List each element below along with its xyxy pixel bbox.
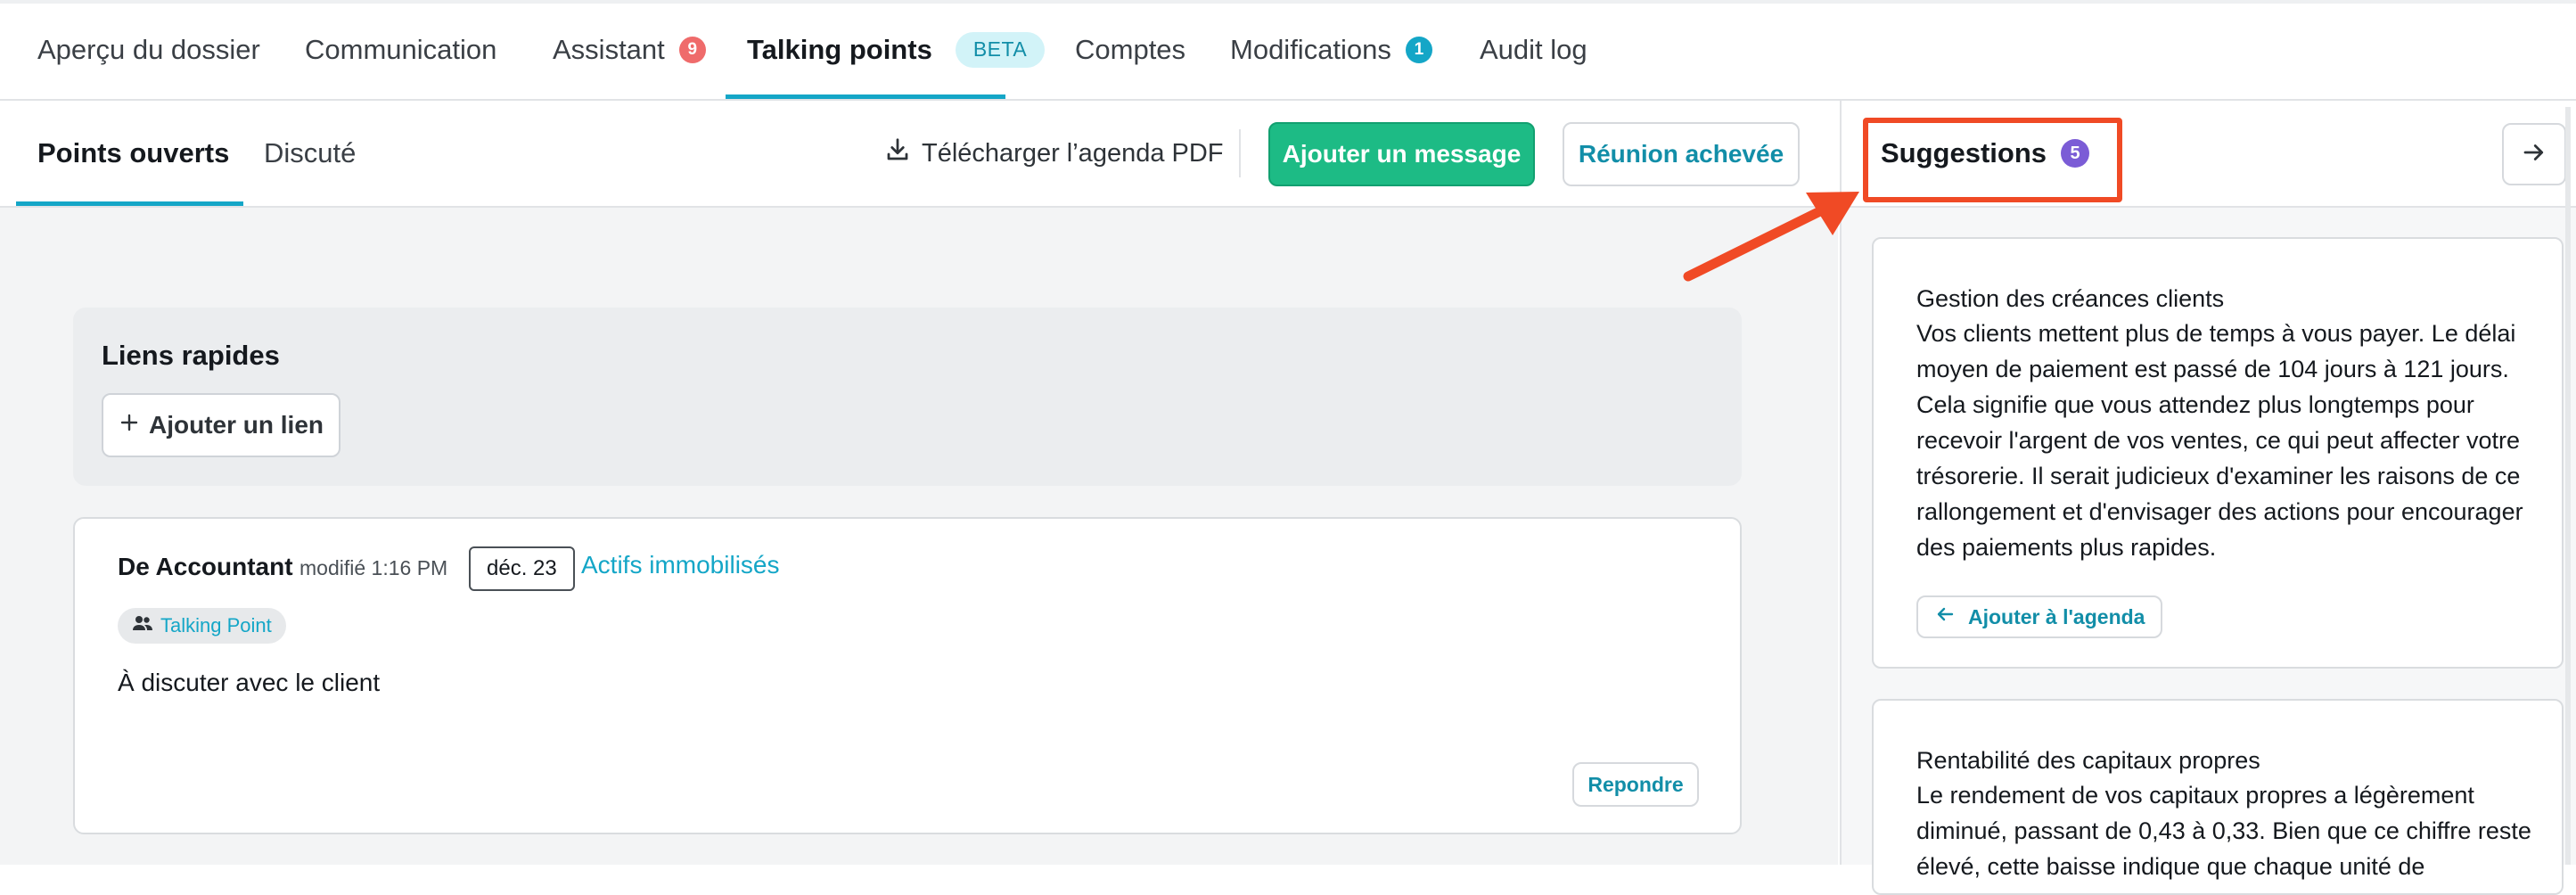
tab-apercu-du-dossier[interactable]: Aperçu du dossier bbox=[37, 0, 260, 99]
modifications-count-badge: 1 bbox=[1405, 36, 1432, 63]
suggestion-body: Le rendement de vos capitaux propres a l… bbox=[1916, 782, 2531, 880]
talking-point-chip: Talking Point bbox=[118, 608, 286, 644]
card-date-badge: déc. 23 bbox=[469, 546, 575, 591]
suggestion-card: Rentabilité des capitaux propres Le rend… bbox=[1872, 699, 2564, 895]
suggestion-body: Vos clients mettent plus de temps à vous… bbox=[1916, 320, 2523, 561]
plus-icon bbox=[119, 411, 140, 439]
people-icon bbox=[132, 614, 153, 637]
assistant-count-badge: 9 bbox=[678, 36, 706, 63]
beta-badge: BETA bbox=[955, 31, 1046, 68]
tab-audit-log[interactable]: Audit log bbox=[1480, 0, 1587, 99]
chip-label: Talking Point bbox=[160, 614, 272, 636]
add-link-label: Ajouter un lien bbox=[149, 411, 324, 439]
suggestion-card: Gestion des créances clients Vos clients… bbox=[1872, 237, 2564, 669]
download-agenda-pdf-link[interactable]: Télécharger l’agenda PDF bbox=[884, 101, 1224, 206]
tab-label: Aperçu du dossier bbox=[37, 33, 260, 65]
card-body-text: À discuter avec le client bbox=[118, 669, 381, 696]
download-icon bbox=[884, 136, 911, 170]
add-to-agenda-label: Ajouter à l'agenda bbox=[1968, 604, 2145, 628]
subtab-label: Discuté bbox=[264, 137, 357, 168]
annotation-arrow-icon bbox=[1683, 192, 1859, 282]
subtab-discute[interactable]: Discuté bbox=[264, 101, 356, 206]
top-navigation: Aperçu du dossier Communication Assistan… bbox=[0, 0, 2576, 101]
quick-links-title: Liens rapides bbox=[102, 340, 280, 371]
talking-point-card: De Accountant modifié 1:16 PM déc. 23 Ac… bbox=[73, 517, 1742, 834]
tab-label: Communication bbox=[305, 33, 497, 65]
collapse-panel-button[interactable] bbox=[2502, 123, 2566, 185]
card-author: De Accountant bbox=[118, 553, 293, 580]
tab-label: Talking points bbox=[747, 33, 932, 65]
annotation-highlight-box bbox=[1863, 118, 2122, 202]
add-message-button[interactable]: Ajouter un message bbox=[1268, 122, 1535, 186]
tab-talking-points[interactable]: Talking points BETA bbox=[747, 0, 1046, 99]
active-subtab-indicator bbox=[16, 201, 243, 206]
tab-label: Modifications bbox=[1230, 33, 1391, 65]
reply-button[interactable]: Repondre bbox=[1572, 762, 1699, 807]
download-label: Télécharger l’agenda PDF bbox=[922, 138, 1224, 168]
arrow-left-icon bbox=[1934, 604, 1956, 630]
active-tab-indicator bbox=[726, 94, 1005, 99]
main-content: Liens rapides Ajouter un lien De Account… bbox=[0, 208, 1838, 865]
toolbar-divider bbox=[1239, 129, 1241, 177]
card-modified-time: modifié 1:16 PM bbox=[299, 556, 448, 579]
card-category-link[interactable]: Actifs immobilisés bbox=[581, 551, 779, 579]
add-link-button[interactable]: Ajouter un lien bbox=[102, 393, 340, 457]
sub-toolbar: Points ouverts Discuté Télécharger l’age… bbox=[0, 101, 1838, 208]
suggestion-title: Rentabilité des capitaux propres bbox=[1916, 747, 2260, 774]
suggestion-title: Gestion des créances clients bbox=[1916, 285, 2225, 312]
quick-links-panel: Liens rapides Ajouter un lien bbox=[73, 308, 1742, 486]
tab-modifications[interactable]: Modifications 1 bbox=[1230, 0, 1432, 99]
tab-comptes[interactable]: Comptes bbox=[1075, 0, 1185, 99]
tab-label: Assistant bbox=[553, 33, 665, 65]
subtab-label: Points ouverts bbox=[37, 137, 230, 168]
tab-communication[interactable]: Communication bbox=[305, 0, 496, 99]
subtab-points-ouverts[interactable]: Points ouverts bbox=[37, 101, 229, 206]
tab-label: Comptes bbox=[1075, 33, 1186, 65]
tab-assistant[interactable]: Assistant 9 bbox=[553, 0, 706, 99]
arrow-right-icon bbox=[2521, 139, 2547, 170]
meeting-done-button[interactable]: Réunion achevée bbox=[1563, 122, 1800, 186]
add-to-agenda-button[interactable]: Ajouter à l'agenda bbox=[1916, 595, 2163, 638]
tab-label: Audit log bbox=[1480, 33, 1587, 65]
panel-scrollbar[interactable] bbox=[2565, 107, 2571, 865]
